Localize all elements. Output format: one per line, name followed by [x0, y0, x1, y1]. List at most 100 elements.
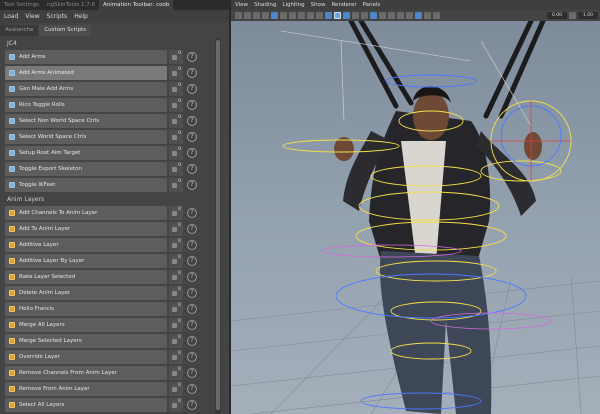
help-button[interactable]: ?	[185, 178, 199, 192]
help-button[interactable]: ?	[185, 66, 199, 80]
gate-mask-icon[interactable]	[298, 12, 305, 19]
help-button[interactable]: ?	[185, 222, 199, 236]
safe-action-icon[interactable]	[316, 12, 323, 19]
help-button[interactable]: ?	[185, 130, 199, 144]
shelf-add-button[interactable]: 0	[169, 82, 183, 96]
help-button[interactable]: ?	[185, 114, 199, 128]
vp-menu-panels[interactable]: Panels	[363, 2, 381, 8]
shelf-add-button[interactable]: 0	[169, 318, 183, 332]
help-button[interactable]: ?	[185, 350, 199, 364]
script-button[interactable]: Add Arms Animated	[5, 66, 167, 80]
script-button[interactable]: Remove Channels From Anim Layer	[5, 366, 167, 380]
scene-view[interactable]	[231, 21, 600, 414]
shelf-add-button[interactable]: 0	[169, 66, 183, 80]
isolate-icon[interactable]	[406, 12, 413, 19]
shelf-add-button[interactable]: 0	[169, 114, 183, 128]
help-button[interactable]: ?	[185, 398, 199, 412]
help-button[interactable]: ?	[185, 382, 199, 396]
lights-icon[interactable]	[361, 12, 368, 19]
vp-menu-shading[interactable]: Shading	[254, 2, 276, 8]
field-chart-icon[interactable]	[307, 12, 314, 19]
scrollbar-thumb[interactable]	[216, 40, 220, 410]
shadows-icon[interactable]	[370, 12, 377, 19]
help-button[interactable]: ?	[185, 238, 199, 252]
menu-load[interactable]: Load	[4, 13, 18, 20]
script-button[interactable]: Toggle Export Skeleton	[5, 162, 167, 176]
shelf-add-button[interactable]: 0	[169, 254, 183, 268]
script-button[interactable]: Gen Male Add Arms	[5, 82, 167, 96]
shelf-add-button[interactable]: 0	[169, 162, 183, 176]
tab-animation-toolbar[interactable]: Animation Toolbar: coob	[98, 0, 174, 10]
tab-tool-settings[interactable]: Tool Settings	[0, 0, 43, 10]
shelf-add-button[interactable]: 0	[169, 146, 183, 160]
shelf-add-button[interactable]: 0	[169, 398, 183, 412]
camera-attr-icon[interactable]	[244, 12, 251, 19]
textured-icon[interactable]	[352, 12, 359, 19]
shelf-add-button[interactable]: 0	[169, 286, 183, 300]
script-button[interactable]: Merge All Layers	[5, 318, 167, 332]
shelf-add-button[interactable]: 0	[169, 130, 183, 144]
help-button[interactable]: ?	[185, 366, 199, 380]
anti-aliasing-icon[interactable]	[397, 12, 404, 19]
gamma-field[interactable]: 1.00	[578, 12, 598, 19]
shelf-add-button[interactable]: 0	[169, 98, 183, 112]
shelf-add-button[interactable]: 0	[169, 238, 183, 252]
script-button[interactable]: Select World Space Ctrls	[5, 130, 167, 144]
script-button[interactable]: Select All Layers	[5, 398, 167, 412]
help-button[interactable]: ?	[185, 302, 199, 316]
script-button[interactable]: Override Layer	[5, 350, 167, 364]
shelf-add-button[interactable]: 0	[169, 302, 183, 316]
shelf-add-button[interactable]: 0	[169, 222, 183, 236]
script-button[interactable]: Select Non World Space Ctrls	[5, 114, 167, 128]
script-button[interactable]: Bake Layer Selected	[5, 270, 167, 284]
tab-custom-scripts[interactable]: Custom Scripts	[39, 25, 91, 36]
shelf-add-button[interactable]: 0	[169, 334, 183, 348]
vp-menu-show[interactable]: Show	[311, 2, 326, 8]
smooth-shade-icon[interactable]	[334, 12, 341, 19]
script-button[interactable]: Merge Selected Layers	[5, 334, 167, 348]
camera-icon[interactable]	[235, 12, 242, 19]
menu-view[interactable]: View	[25, 13, 39, 20]
script-button[interactable]: Remove From Anim Layer	[5, 382, 167, 396]
ambient-occlusion-icon[interactable]	[379, 12, 386, 19]
shelf-add-button[interactable]: 0	[169, 50, 183, 64]
tab-avalanche[interactable]: Avalanche	[0, 25, 39, 36]
script-button[interactable]: Hello Francis	[5, 302, 167, 316]
script-button[interactable]: Setup Root Aim Target	[5, 146, 167, 160]
image-plane-icon[interactable]	[262, 12, 269, 19]
exposure-field[interactable]: 0.00	[547, 12, 567, 19]
vp-menu-view[interactable]: View	[235, 2, 248, 8]
help-button[interactable]: ?	[185, 318, 199, 332]
script-button[interactable]: Additive Layer	[5, 238, 167, 252]
gamma-icon[interactable]	[569, 12, 576, 19]
xray-icon[interactable]	[415, 12, 422, 19]
help-button[interactable]: ?	[185, 50, 199, 64]
menu-scripts[interactable]: Scripts	[47, 13, 68, 20]
help-button[interactable]: ?	[185, 82, 199, 96]
help-button[interactable]: ?	[185, 270, 199, 284]
menu-help[interactable]: Help	[74, 13, 88, 20]
resolution-gate-icon[interactable]	[289, 12, 296, 19]
script-button[interactable]: Add To Anim Layer	[5, 222, 167, 236]
exposure-icon[interactable]	[433, 12, 440, 19]
shelf-add-button[interactable]: 0	[169, 270, 183, 284]
shelf-add-button[interactable]: 0	[169, 366, 183, 380]
motion-blur-icon[interactable]	[388, 12, 395, 19]
tab-ngskintools[interactable]: ngSkinTools 1.7.6	[43, 0, 99, 10]
bookmark-icon[interactable]	[253, 12, 260, 19]
help-button[interactable]: ?	[185, 334, 199, 348]
script-button[interactable]: Additive Layer By Layer	[5, 254, 167, 268]
script-button[interactable]: Add Arms	[5, 50, 167, 64]
help-button[interactable]: ?	[185, 206, 199, 220]
vp-menu-renderer[interactable]: Renderer	[331, 2, 356, 8]
help-button[interactable]: ?	[185, 254, 199, 268]
script-button[interactable]: Toggle IKFeet	[5, 178, 167, 192]
script-button[interactable]: Add Channels To Anim Layer	[5, 206, 167, 220]
help-button[interactable]: ?	[185, 98, 199, 112]
vertical-scrollbar[interactable]	[215, 38, 221, 414]
script-button[interactable]: Delete Anim Layer	[5, 286, 167, 300]
3d-viewport[interactable]: View Shading Lighting Show Renderer Pane…	[231, 0, 600, 414]
default-material-icon[interactable]	[343, 12, 350, 19]
grid-icon[interactable]	[271, 12, 278, 19]
help-button[interactable]: ?	[185, 146, 199, 160]
